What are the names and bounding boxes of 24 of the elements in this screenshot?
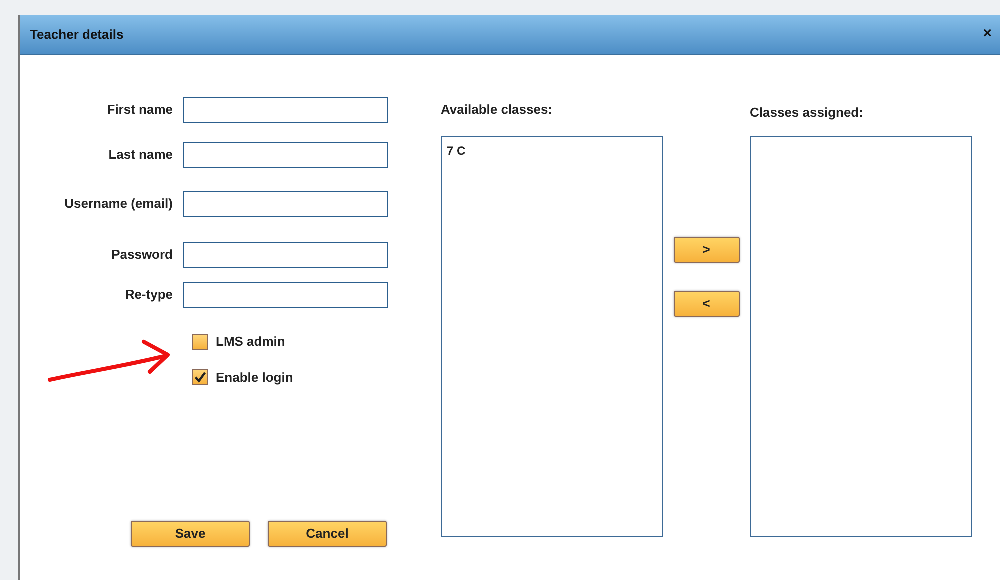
field-label: Last name xyxy=(108,146,174,164)
checkbox-label: Enable login xyxy=(216,368,294,387)
check-icon xyxy=(194,370,206,384)
list-heading: Available classes: xyxy=(441,101,554,116)
checkbox[interactable] xyxy=(192,334,208,350)
text-field[interactable] xyxy=(183,242,388,268)
text-field[interactable] xyxy=(183,282,388,308)
text-field[interactable] xyxy=(183,97,388,123)
list-item[interactable]: 7 C xyxy=(447,142,466,160)
dialog-title: Teacher details xyxy=(30,26,124,44)
field-label: Username (email) xyxy=(64,195,174,214)
checkbox[interactable] xyxy=(192,369,208,386)
text-field[interactable] xyxy=(183,191,388,217)
move-button[interactable]: < xyxy=(674,291,740,317)
list-heading: Classes assigned: xyxy=(750,104,864,119)
field-label: First name xyxy=(106,101,174,120)
dialog-button[interactable]: Save xyxy=(131,521,250,547)
text-field[interactable] xyxy=(183,142,388,168)
field-label: Password xyxy=(110,246,174,264)
close-button[interactable]: × xyxy=(979,23,996,46)
field-label: Re-type xyxy=(124,286,174,304)
checkbox-label: LMS admin xyxy=(216,333,286,351)
move-button[interactable]: > xyxy=(674,237,740,263)
dialog-button[interactable]: Cancel xyxy=(268,521,387,547)
